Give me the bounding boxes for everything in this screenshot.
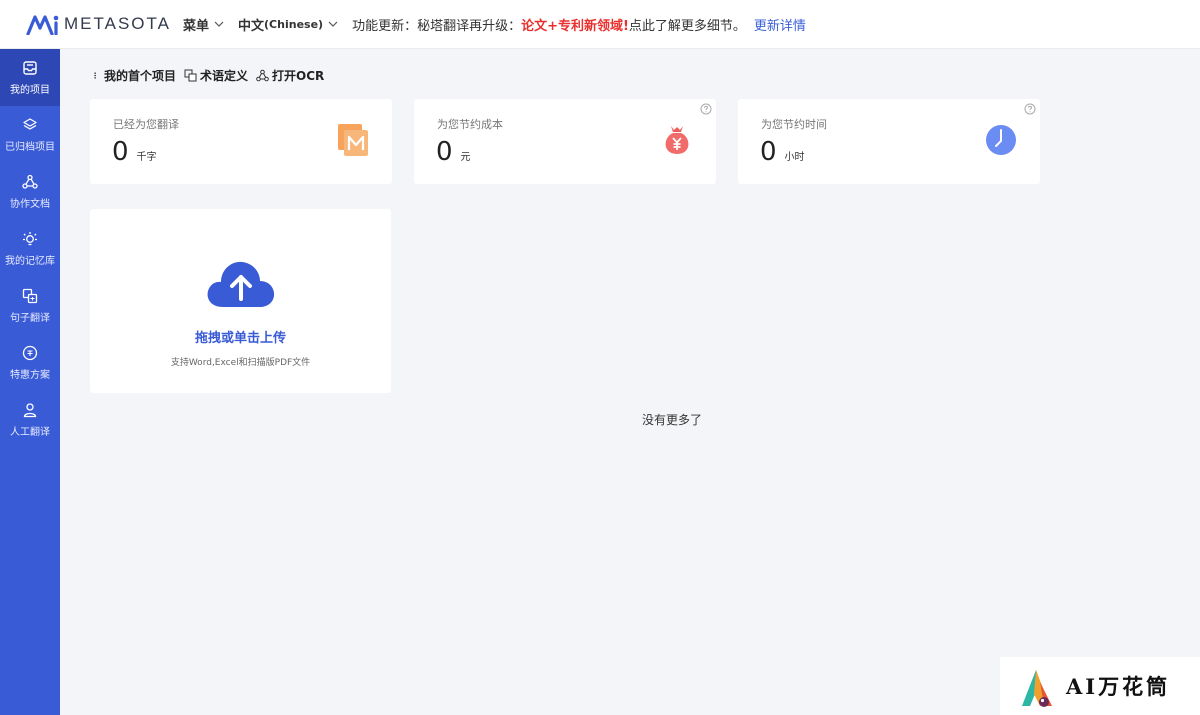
money-bag-icon xyxy=(665,126,689,154)
menu-dropdown[interactable]: 菜单 xyxy=(183,15,224,34)
sidebar-item-memory[interactable]: 我的记忆库 xyxy=(0,220,60,277)
glossary-label: 术语定义 xyxy=(200,69,249,83)
sidebar-item-label: 特惠方案 xyxy=(10,369,50,381)
chevron-down-icon xyxy=(214,21,224,27)
stat-label: 为您节约时间 xyxy=(761,118,827,131)
stat-value: 0 xyxy=(760,137,777,167)
stat-unit: 千字 xyxy=(136,152,157,163)
inbox-icon xyxy=(23,60,37,75)
more-vertical-icon xyxy=(94,72,96,79)
stat-unit: 小时 xyxy=(784,152,805,163)
sidebar-item-discount[interactable]: 特惠方案 xyxy=(0,334,60,391)
person-icon xyxy=(23,402,37,417)
sidebar-item-label: 协作文档 xyxy=(10,198,50,210)
share-icon xyxy=(22,174,38,189)
stat-card-time-saved: 为您节约时间 0 小时 xyxy=(738,99,1040,184)
sidebar-item-label: 我的项目 xyxy=(10,84,50,96)
language-label: 中文 xyxy=(238,18,265,34)
document-m-icon xyxy=(338,124,368,156)
sidebar-item-sentence-translate[interactable]: 句子翻译 xyxy=(0,277,60,334)
stat-label: 为您节约成本 xyxy=(437,118,503,131)
notice-suffix: 点此了解更多细节。 xyxy=(628,18,746,34)
cloud-upload-icon xyxy=(207,261,275,307)
project-toolbar: 我的首个项目 术语定义 打开OCR xyxy=(92,67,332,84)
stat-card-translated: 已经为您翻译 0 千字 xyxy=(90,99,392,184)
sidebar-item-label: 已归档项目 xyxy=(5,141,55,153)
help-icon[interactable] xyxy=(700,103,712,115)
sidebar-item-my-projects[interactable]: 我的项目 xyxy=(0,49,60,106)
watermark: AI万花筒 xyxy=(1000,657,1200,715)
update-details-link[interactable]: 更新详情 xyxy=(754,15,806,34)
project-title: 我的首个项目 xyxy=(104,69,177,83)
no-more-text: 没有更多了 xyxy=(641,413,702,427)
discount-icon xyxy=(22,345,38,360)
top-bar: METASOTA 菜单 中文 (Chinese) 功能更新：秘塔翻译再升级：论文+… xyxy=(0,0,1200,49)
chevron-down-icon xyxy=(328,21,338,27)
menu-label: 菜单 xyxy=(183,18,210,34)
glossary-icon xyxy=(184,69,197,82)
stat-value: 0 xyxy=(436,137,453,167)
translate-icon xyxy=(22,288,38,303)
clock-icon xyxy=(986,125,1016,155)
stat-card-cost-saved: 为您节约成本 0 元 xyxy=(414,99,716,184)
sidebar-item-human-translate[interactable]: 人工翻译 xyxy=(0,391,60,448)
sidebar-item-archived-projects[interactable]: 已归档项目 xyxy=(0,106,60,163)
kaleidoscope-logo-icon xyxy=(1022,670,1052,707)
update-notice[interactable]: 功能更新：秘塔翻译再升级：论文+专利新领域!点此了解更多细节。 xyxy=(352,15,746,34)
sidebar-item-label: 人工翻译 xyxy=(10,426,50,438)
bulb-icon xyxy=(23,231,37,245)
stat-value: 0 xyxy=(112,137,129,167)
project-menu[interactable]: 我的首个项目 xyxy=(92,67,176,84)
help-icon[interactable] xyxy=(1024,103,1036,115)
ocr-label: 打开OCR xyxy=(272,69,325,83)
notice-highlight: 论文+专利新领域! xyxy=(521,18,629,34)
notice-prefix: 功能更新：秘塔翻译再升级： xyxy=(352,18,522,34)
glossary-button[interactable]: 术语定义 xyxy=(184,67,248,84)
layers-icon xyxy=(23,117,37,130)
stat-unit: 元 xyxy=(460,152,471,163)
language-sub-label: (Chinese) xyxy=(264,17,324,31)
metasota-logo-icon xyxy=(26,15,59,35)
watermark-text: AI万花筒 xyxy=(1066,674,1171,699)
logo[interactable]: METASOTA xyxy=(26,13,171,35)
brand-name: METASOTA xyxy=(64,14,171,33)
stat-label: 已经为您翻译 xyxy=(113,118,179,131)
upload-title: 拖拽或单击上传 xyxy=(194,331,286,346)
sidebar-item-label: 我的记忆库 xyxy=(5,255,55,267)
upload-dropzone[interactable]: 拖拽或单击上传 支持Word,Excel和扫描版PDF文件 xyxy=(90,209,391,393)
language-dropdown[interactable]: 中文 (Chinese) xyxy=(238,15,338,34)
sidebar-item-collab-docs[interactable]: 协作文档 xyxy=(0,163,60,220)
ocr-button[interactable]: 打开OCR xyxy=(256,67,324,84)
sidebar: 我的项目 已归档项目 协作文档 我的记忆库 句子翻译 特惠方案 人工翻译 xyxy=(0,49,60,715)
ocr-icon xyxy=(256,69,269,82)
sidebar-item-label: 句子翻译 xyxy=(10,312,50,324)
upload-hint: 支持Word,Excel和扫描版PDF文件 xyxy=(170,358,311,368)
